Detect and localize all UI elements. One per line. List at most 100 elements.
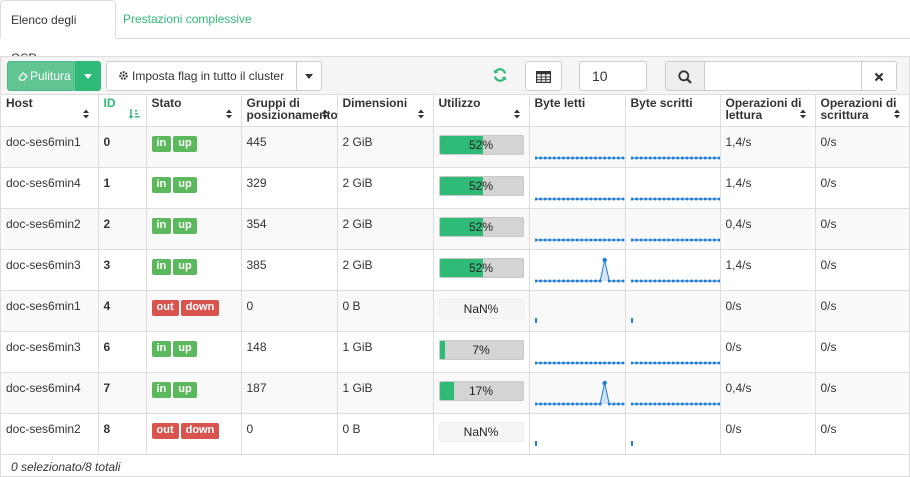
refresh-button[interactable] (492, 67, 510, 85)
sparkline-point (689, 197, 693, 200)
sparkline-point (588, 279, 592, 282)
sparkline-point (570, 156, 574, 159)
sparkline-point (698, 197, 702, 200)
sparkline-point (607, 279, 611, 282)
sparkline-point (602, 156, 606, 159)
column-header-id[interactable]: ID (98, 95, 147, 127)
sparkline-point (712, 361, 716, 364)
sparkline-point (630, 238, 633, 241)
sparkline-point (630, 197, 633, 200)
status-badge-in: in (151, 340, 172, 357)
clear-search-button[interactable] (861, 61, 897, 91)
sparkline-point (611, 402, 615, 405)
sparkline-point (689, 279, 693, 282)
sparkline-point (684, 279, 688, 282)
caret-down-icon (305, 74, 313, 80)
write-ops-cell: 0/s (815, 290, 909, 332)
sparkline-point (593, 361, 597, 364)
status-badge-in: in (151, 258, 172, 275)
sparkline-point (561, 402, 565, 405)
sparkline-point (598, 156, 602, 159)
column-header-pgs[interactable]: Gruppi di posizionamento (241, 95, 338, 127)
sparkline-point (639, 238, 643, 241)
cluster-flags-dropdown-toggle[interactable] (296, 61, 322, 91)
table-row[interactable]: doc-ses6min2 2 in up 354 2 GiB 52% 0,4/s 0/s (1, 208, 909, 250)
sparkline-point (570, 279, 574, 282)
sparkline-point (588, 197, 592, 200)
read-bytes-cell (529, 331, 626, 373)
page-size-input[interactable]: 10 (579, 61, 647, 91)
table-row[interactable]: doc-ses6min1 4 out down 0 0 B NaN% 0/s 0/s (1, 290, 909, 332)
table-body: doc-ses6min1 0 in up 445 2 GiB 52% 1,4/s 0/s doc-… (1, 126, 909, 455)
column-header-write-ops[interactable]: Operazioni di scrittura (815, 95, 909, 127)
sparkline-point (707, 197, 711, 200)
sparkline-point (666, 361, 670, 364)
sparkline-point (694, 197, 698, 200)
sparkline-point (621, 197, 624, 200)
column-header-write-bytes[interactable]: Byte scritti (625, 95, 721, 127)
sparkline-point (593, 197, 597, 200)
sparkline-point (652, 156, 656, 159)
sparkline-point (601, 380, 607, 385)
host-cell: doc-ses6min2 (1, 208, 99, 250)
sparkline-point (680, 402, 684, 405)
sparkline-point (593, 156, 597, 159)
scrub-button[interactable]: Pulitura (7, 61, 76, 91)
close-icon (874, 72, 884, 82)
usage-cell: 52% (433, 249, 530, 291)
host-cell: doc-ses6min3 (1, 331, 99, 373)
sparkline-point (607, 197, 611, 200)
usage-percent-text: 7% (472, 342, 490, 357)
table-row[interactable]: doc-ses6min4 7 in up 187 1 GiB 17% 0,4/s 0/s (1, 372, 909, 414)
table-row[interactable]: doc-ses6min3 3 in up 385 2 GiB 52% 1,4/s 0/s (1, 249, 909, 291)
sparkline-point (634, 197, 638, 200)
search-addon (665, 61, 705, 91)
placement-groups-cell: 385 (241, 249, 338, 291)
cluster-flags-button[interactable]: Imposta flag in tutto il cluster (106, 61, 297, 91)
sparkline-point (648, 279, 652, 282)
table-row[interactable]: doc-ses6min4 1 in up 329 2 GiB 52% 1,4/s 0/s (1, 167, 909, 209)
column-header-host[interactable]: Host (1, 95, 99, 127)
column-toggle-button[interactable] (525, 61, 562, 91)
column-header-read-ops[interactable]: Operazioni di lettura (720, 95, 816, 127)
host-cell: doc-ses6min1 (1, 290, 99, 332)
sparkline-point (621, 279, 624, 282)
usage-progress-bar: NaN% (438, 421, 524, 442)
sparkline-point (657, 361, 661, 364)
eraser-icon (18, 71, 28, 81)
table-row[interactable]: doc-ses6min3 6 in up 148 1 GiB 7% 0/s 0/s (1, 331, 909, 373)
usage-progress-bar: 17% (438, 380, 524, 401)
write-bytes-cell (625, 249, 721, 291)
read-ops-cell: 1,4/s (720, 249, 816, 291)
sparkline-point (680, 238, 684, 241)
table-row[interactable]: doc-ses6min1 0 in up 445 2 GiB 52% 1,4/s 0/s (1, 126, 909, 168)
tab-osd-list[interactable]: Elenco degli OSD (0, 0, 116, 65)
scrub-dropdown-toggle[interactable] (75, 61, 101, 91)
sparkline-point (607, 361, 611, 364)
sort-icon (82, 109, 89, 118)
tab-overall-performance[interactable]: Prestazioni complessive (113, 0, 262, 39)
column-header-usage[interactable]: Utilizzo (433, 95, 530, 127)
sparkline-point (630, 361, 633, 364)
column-header-read-bytes[interactable]: Byte letti (529, 95, 626, 127)
sparkline-point (712, 156, 716, 159)
status-cell: in up (146, 249, 242, 291)
table-row[interactable]: doc-ses6min2 8 out down 0 0 B NaN% 0/s 0/s (1, 413, 909, 455)
column-header-size[interactable]: Dimensioni (337, 95, 434, 127)
status-badge-in: in (151, 217, 172, 234)
sparkline-point (684, 238, 688, 241)
sparkline-point (666, 156, 670, 159)
sparkline-point (712, 402, 716, 405)
read-ops-cell: 0,4/s (720, 208, 816, 250)
sparkline-point (648, 402, 652, 405)
column-header-status[interactable]: Stato (146, 95, 242, 127)
host-cell: doc-ses6min4 (1, 167, 99, 209)
search-input[interactable] (704, 61, 862, 91)
sparkline-point (662, 197, 666, 200)
placement-groups-cell: 0 (241, 413, 338, 455)
osd-table-panel: Pulitura Imposta flag in tutto il cluste… (0, 56, 910, 477)
sparkline-point (593, 279, 597, 282)
sparkline-point (588, 361, 592, 364)
id-cell: 2 (98, 208, 147, 250)
size-cell: 2 GiB (337, 249, 434, 291)
